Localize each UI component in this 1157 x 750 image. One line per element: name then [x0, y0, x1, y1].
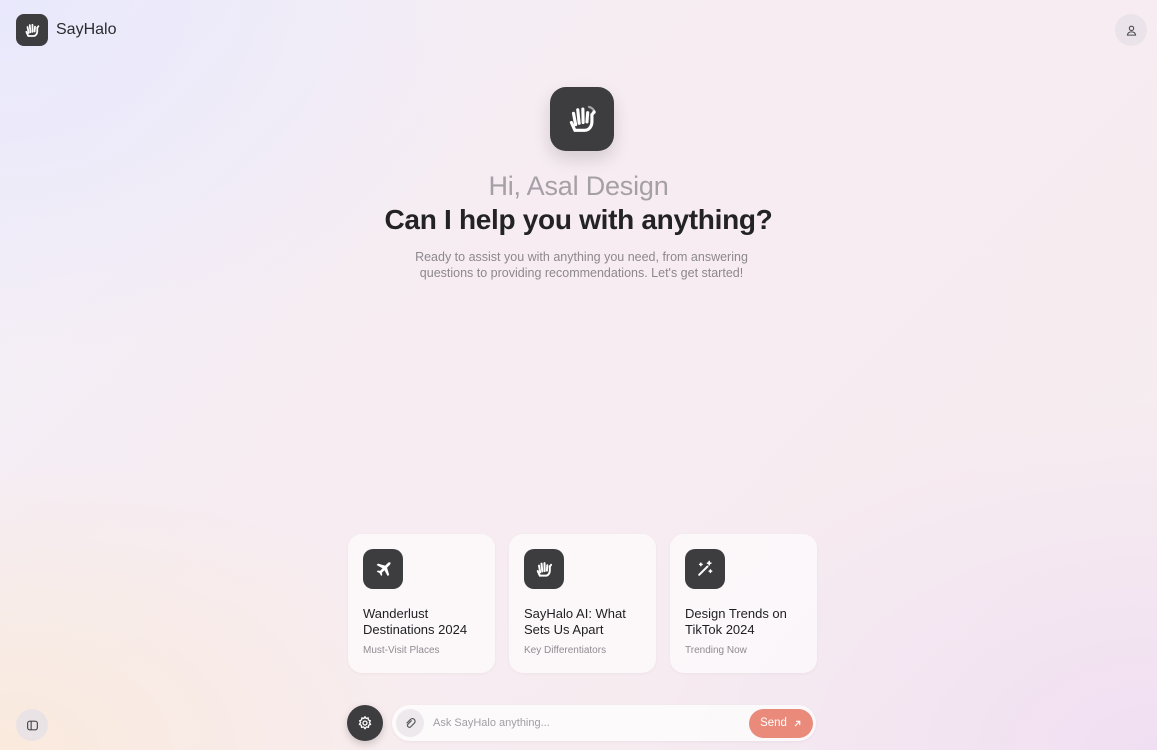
card-title: Design Trends on TikTok 2024: [685, 606, 787, 637]
card-title: SayHalo AI: What Sets Us Apart: [524, 606, 626, 637]
attach-button[interactable]: [396, 709, 424, 737]
chat-input[interactable]: [433, 717, 749, 729]
gear-icon: [358, 716, 372, 730]
page-title: Can I help you with anything?: [384, 204, 773, 235]
card-tag: Key Differentiators: [524, 645, 607, 656]
profile-button[interactable]: [1115, 14, 1147, 46]
send-button[interactable]: Send: [749, 708, 813, 738]
suggestion-cards: Wanderlust Destinations 2024 Must-Visit …: [348, 534, 817, 673]
greeting: Hi, Asal Design: [488, 171, 669, 201]
card-tag: Trending Now: [685, 645, 747, 656]
suggestion-card-wanderlust[interactable]: Wanderlust Destinations 2024 Must-Visit …: [348, 534, 495, 673]
waving-hand-icon: [16, 14, 48, 46]
sidebar-toggle-button[interactable]: [16, 709, 48, 741]
suggestion-card-sayhalo-ai[interactable]: SayHalo AI: What Sets Us Apart Key Diffe…: [509, 534, 656, 673]
subtitle: Ready to assist you with anything you ne…: [415, 250, 748, 280]
card-title: Wanderlust Destinations 2024: [363, 606, 468, 637]
brand[interactable]: SayHalo: [16, 14, 116, 46]
user-icon: [1126, 25, 1136, 36]
settings-button[interactable]: [347, 705, 383, 741]
waving-hand-icon: [569, 105, 596, 132]
send-label: Send: [760, 717, 787, 729]
paperclip-icon: [405, 717, 416, 728]
magic-wand-icon: [685, 549, 725, 589]
sidebar-toggle-icon: [26, 720, 38, 730]
arrow-up-right-icon: [794, 720, 801, 726]
brand-name: SayHalo: [56, 21, 117, 38]
suggestion-card-design-trends[interactable]: Design Trends on TikTok 2024 Trending No…: [670, 534, 817, 673]
airplane-icon: [363, 549, 403, 589]
waving-hand-icon: [524, 549, 564, 589]
card-tag: Must-Visit Places: [363, 645, 440, 656]
hero-logo: [550, 87, 614, 151]
chat-composer: Send: [392, 705, 816, 741]
